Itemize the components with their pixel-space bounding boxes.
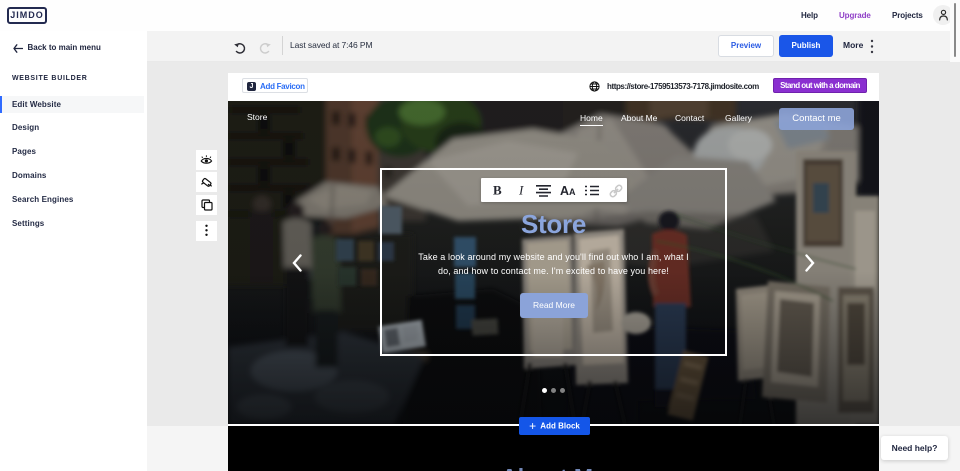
svg-text:I: I xyxy=(518,183,524,198)
svg-text:A: A xyxy=(560,184,569,198)
svg-text:A: A xyxy=(569,187,576,197)
svg-text:B: B xyxy=(493,183,502,198)
